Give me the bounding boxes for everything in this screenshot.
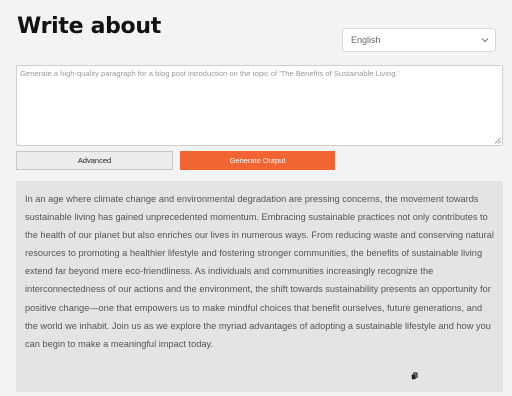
output-text: In an age where climate change and envir… [25, 194, 494, 349]
advanced-button[interactable]: Advanced [16, 151, 173, 170]
copy-icon[interactable] [411, 372, 418, 380]
chevron-down-icon [481, 38, 489, 43]
prompt-placeholder: Generate a high-quality paragraph for a … [20, 69, 400, 78]
language-select[interactable]: English [342, 28, 496, 52]
resize-grip-icon[interactable] [494, 137, 501, 144]
prompt-textarea[interactable]: Generate a high-quality paragraph for a … [16, 65, 503, 146]
generate-output-button[interactable]: Generate Output [180, 151, 335, 170]
output-panel: In an age where climate change and envir… [16, 181, 503, 392]
page-title: Write about [17, 14, 161, 39]
language-selected-value: English [351, 35, 381, 45]
